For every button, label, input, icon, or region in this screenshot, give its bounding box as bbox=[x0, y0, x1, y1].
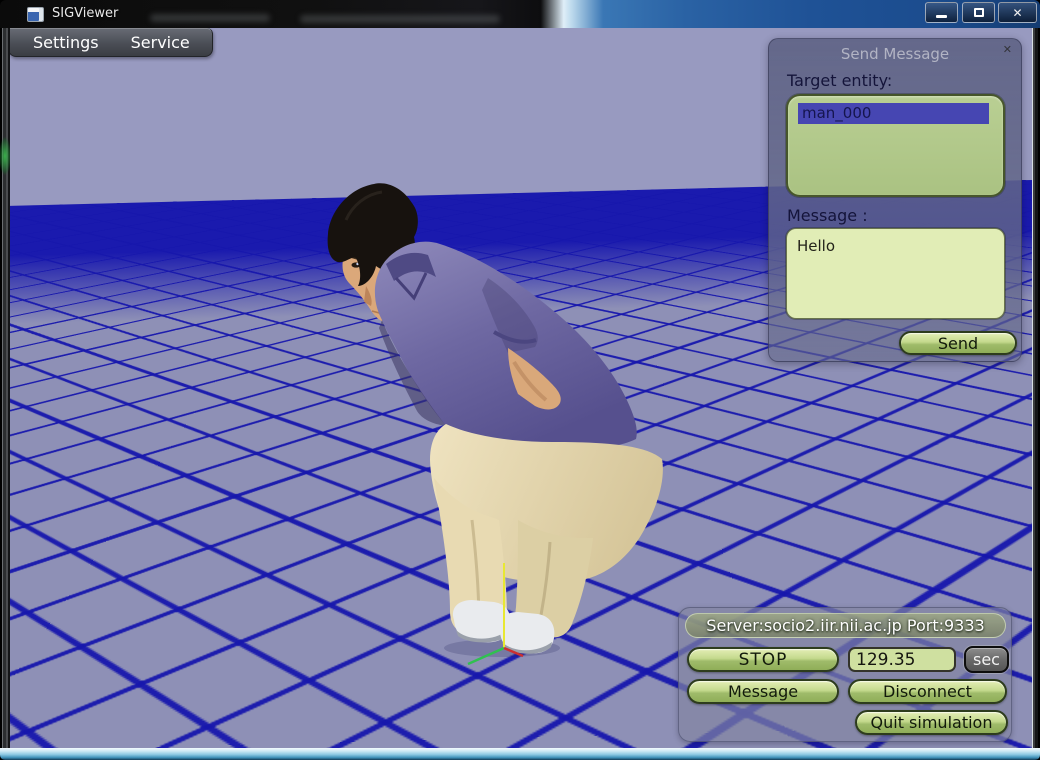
panel-close-icon[interactable]: ✕ bbox=[1003, 43, 1012, 56]
send-button[interactable]: Send bbox=[899, 331, 1017, 355]
3d-viewport[interactable]: Settings Service Send Message ✕ Target e… bbox=[10, 28, 1032, 748]
window-frame-bottom bbox=[0, 748, 1040, 760]
maximize-button[interactable] bbox=[962, 2, 995, 23]
app-icon bbox=[27, 7, 44, 22]
glass-smudge bbox=[150, 14, 270, 22]
message-label: Message : bbox=[787, 206, 868, 225]
list-item-man-000[interactable]: man_000 bbox=[798, 103, 989, 124]
close-icon: ✕ bbox=[1012, 6, 1022, 20]
server-control-panel: Server:socio2.iir.nii.ac.jp Port:9333 ST… bbox=[678, 607, 1012, 742]
target-entity-listbox[interactable]: man_000 bbox=[786, 94, 1005, 197]
panel-title: Send Message bbox=[769, 45, 1021, 63]
sec-button[interactable]: sec bbox=[964, 646, 1009, 673]
send-message-panel: Send Message ✕ Target entity: man_000 Me… bbox=[768, 38, 1022, 362]
glass-smudge bbox=[300, 15, 500, 23]
character-bowing-man[interactable] bbox=[322, 180, 682, 692]
window-frame-right bbox=[1032, 28, 1040, 748]
message-button[interactable]: Message bbox=[687, 679, 839, 704]
minimize-icon bbox=[936, 15, 947, 18]
quit-simulation-button[interactable]: Quit simulation bbox=[855, 710, 1008, 735]
window-frame-left bbox=[0, 28, 10, 748]
stop-button[interactable]: STOP bbox=[687, 647, 839, 672]
server-info-bar: Server:socio2.iir.nii.ac.jp Port:9333 bbox=[685, 613, 1006, 638]
time-field[interactable] bbox=[848, 647, 956, 672]
titlebar[interactable]: SIGViewer ✕ bbox=[0, 0, 1040, 28]
close-button[interactable]: ✕ bbox=[998, 2, 1037, 23]
maximize-icon bbox=[974, 8, 984, 17]
window-title: SIGViewer bbox=[52, 6, 118, 21]
menu-service[interactable]: Service bbox=[119, 31, 202, 54]
message-input[interactable]: Hello bbox=[786, 228, 1005, 319]
menu-settings[interactable]: Settings bbox=[21, 31, 111, 54]
minimize-button[interactable] bbox=[925, 2, 958, 23]
target-entity-label: Target entity: bbox=[787, 71, 892, 90]
disconnect-button[interactable]: Disconnect bbox=[848, 679, 1007, 704]
menubar: Settings Service bbox=[10, 28, 213, 57]
sigviewer-window: SIGViewer ✕ bbox=[0, 0, 1040, 760]
